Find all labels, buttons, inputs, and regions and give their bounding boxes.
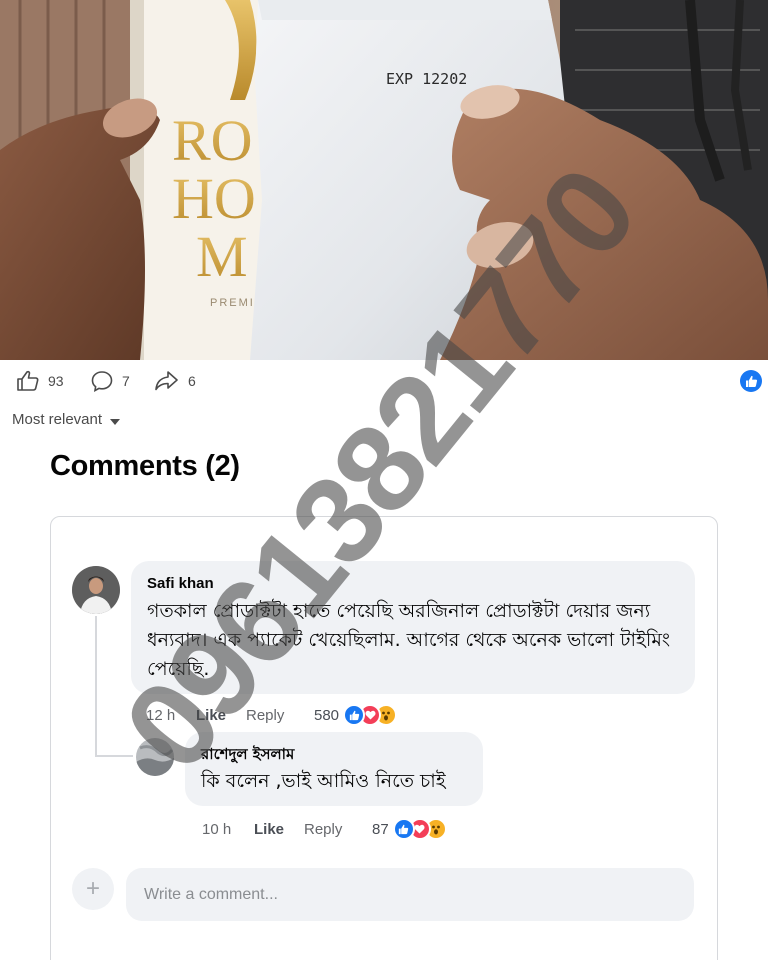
thumbs-up-white-icon [745,375,757,387]
write-comment-input[interactable]: Write a comment... [126,868,694,921]
like-button[interactable]: Like [196,707,246,724]
reaction-icons[interactable] [343,704,398,726]
reply-text: কি বলেন ,ভাই আমিও নিতে চাই [201,770,446,792]
share-arrow-icon [155,371,178,391]
reaction-count[interactable]: 87 [372,821,389,838]
like-count-button[interactable]: 93 [16,370,64,392]
thumbs-up-icon [17,370,39,391]
like-reaction-icon [392,818,415,840]
share-count-button[interactable]: 6 [154,370,196,392]
caret-down-icon [110,418,121,425]
like-count: 93 [48,373,64,389]
comment-count: 7 [122,373,130,389]
reaction-count[interactable]: 580 [314,707,339,724]
reply-button[interactable]: Reply [246,707,314,724]
add-comment-avatar-icon[interactable]: + [72,868,114,910]
box-text-1: RO [172,108,253,173]
comment-text: গতকাল প্রোডাক্টটা হাতে পেয়েছি অরজিনাল প… [147,600,671,680]
like-reaction-icon [343,704,366,726]
comments-heading: Comments (2) [50,450,240,482]
comment-bubble-icon [91,371,113,392]
comment-count-button[interactable]: 7 [90,370,130,392]
fb-like-badge-icon[interactable] [740,370,762,392]
reaction-icons[interactable] [392,818,447,840]
avatar[interactable] [136,738,174,776]
post-stats-bar: 93 7 6 [0,360,768,404]
comment-author[interactable]: Safi khan [147,575,679,593]
avatar[interactable] [72,566,120,614]
thread-connector-line [95,616,97,757]
like-button[interactable]: Like [254,821,304,838]
box-small-text: PREMI [210,297,255,309]
sort-label: Most relevant [12,411,103,428]
packet-exp-print: EXP 12202 [386,70,467,88]
comment-timestamp[interactable]: 12 h [146,707,196,724]
reply-button[interactable]: Reply [304,821,372,838]
comment-bubble[interactable]: Safi khan গতকাল প্রোডাক্টটা হাতে পেয়েছি… [131,561,695,694]
post-media[interactable]: RO HO M PREMI EXP 12202 [0,0,768,360]
product-photo: RO HO M PREMI EXP 12202 [0,0,768,360]
reply-actions: 10 h Like Reply 87 [202,818,447,840]
share-count: 6 [188,373,196,389]
sort-dropdown[interactable]: Most relevant [12,411,121,428]
comment-actions: 12 h Like Reply 580 [146,704,398,726]
box-text-2: HO [172,166,256,231]
reply-author[interactable]: রাশেদুল ইসলাম [201,745,467,763]
profile-photo-safi [72,566,120,614]
thread-connector-elbow [95,755,133,757]
profile-photo-rashedul [136,738,174,776]
reply-timestamp[interactable]: 10 h [202,821,254,838]
reply-bubble[interactable]: রাশেদুল ইসলাম কি বলেন ,ভাই আমিও নিতে চাই [185,732,483,806]
box-text-3: M [196,224,248,289]
